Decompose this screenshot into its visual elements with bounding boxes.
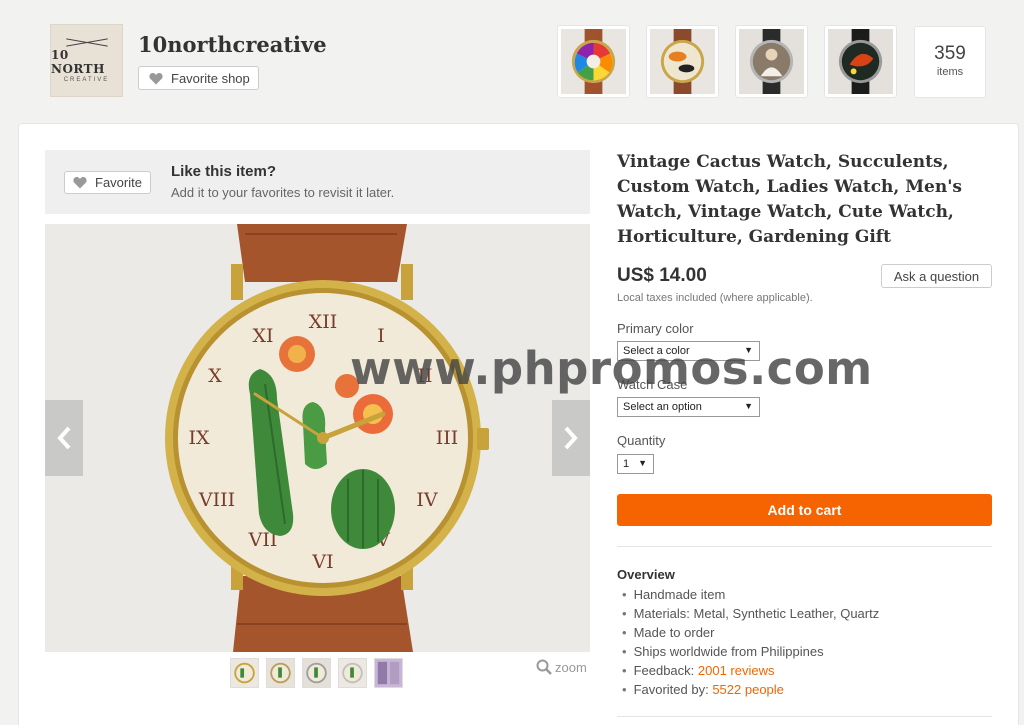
favorite-banner: Favorite Like this item? Add it to your …	[45, 150, 590, 214]
favorite-shop-label: Favorite shop	[171, 70, 250, 86]
dropdown-caret-icon: ▼	[638, 458, 647, 468]
svg-text:IX: IX	[188, 427, 210, 449]
items-count-number: 359	[934, 43, 966, 64]
gallery-next-button[interactable]	[552, 400, 590, 476]
quantity-select[interactable]: 1 ▼	[617, 454, 654, 474]
shop-item-thumbnails	[557, 25, 897, 98]
favorite-banner-subtitle: Add it to your favorites to revisit it l…	[171, 185, 395, 200]
favorite-item-label: Favorite	[95, 175, 142, 190]
watch-thumbnail-image	[650, 29, 715, 94]
shop-items-count[interactable]: 359 items	[914, 26, 986, 98]
logo-arrows-icon	[64, 38, 110, 46]
zoom-label: zoom	[555, 659, 587, 675]
shop-name[interactable]: 10northcreative	[138, 32, 327, 57]
gallery-thumb-2[interactable]	[266, 658, 295, 688]
svg-text:IV: IV	[416, 489, 438, 511]
chevron-right-icon	[564, 426, 578, 450]
svg-text:III: III	[436, 427, 459, 449]
chevron-left-icon	[57, 426, 71, 450]
primary-color-label: Primary color	[617, 321, 694, 336]
listing-title: Vintage Cactus Watch, Succulents, Custom…	[617, 152, 963, 247]
watch-case-select[interactable]: Select an option ▼	[617, 397, 760, 417]
gallery-thumb-3[interactable]	[302, 658, 331, 688]
gallery-thumbnails	[230, 658, 403, 688]
shop-thumb-portrait-watch[interactable]	[735, 25, 808, 98]
svg-text:VI: VI	[311, 551, 333, 573]
watch-case-value: Select an option	[623, 401, 702, 413]
tax-note: Local taxes included (where applicable).	[617, 292, 813, 304]
svg-text:X: X	[208, 365, 222, 387]
ask-question-button[interactable]: Ask a question	[881, 264, 992, 288]
logo-text-sub: CREATIVE	[63, 77, 110, 83]
svg-text:XI: XI	[252, 325, 273, 347]
add-to-cart-button[interactable]: Add to cart	[617, 494, 992, 526]
gallery-thumb-4[interactable]	[338, 658, 367, 688]
zoom-button[interactable]: zoom	[536, 659, 587, 675]
favorite-banner-title: Like this item?	[171, 163, 277, 180]
heart-icon	[73, 176, 87, 189]
shop-thumb-fish-watch[interactable]	[824, 25, 897, 98]
main-listing-image[interactable]: XII I II III IV V VI VII VIII IX X XI	[45, 224, 590, 652]
heart-icon	[149, 72, 163, 85]
gallery-thumb-5[interactable]	[374, 658, 403, 688]
svg-text:XII: XII	[309, 311, 338, 333]
svg-text:VIII: VIII	[198, 489, 235, 511]
shop-thumb-color-wheel-watch[interactable]	[557, 25, 630, 98]
cactus-watch-image: XII I II III IV V VI VII VIII IX X XI	[45, 224, 590, 652]
logo-text-main: 10 NORTH	[51, 48, 105, 76]
overview-list: • Handmade item • Materials: Metal, Synthe…	[622, 585, 879, 699]
primary-color-value: Select a color	[623, 345, 690, 357]
watch-thumbnail-image	[739, 29, 804, 94]
watch-thumbnail-image	[561, 29, 626, 94]
shop-thumb-koi-watch[interactable]	[646, 25, 719, 98]
overview-item: • Ships worldwide from Philippines	[622, 644, 824, 659]
svg-text:I: I	[377, 325, 385, 347]
gallery-thumb-1[interactable]	[230, 658, 259, 688]
watch-thumbnail-image	[828, 29, 893, 94]
feedback-reviews-link[interactable]: 2001 reviews	[698, 663, 775, 678]
items-count-label: items	[936, 66, 964, 78]
primary-color-select[interactable]: Select a color ▼	[617, 341, 760, 361]
overview-title: Overview	[617, 567, 675, 582]
shop-logo[interactable]: 10 NORTH CREATIVE	[50, 24, 123, 97]
favorite-item-button[interactable]: Favorite	[64, 171, 151, 194]
dropdown-caret-icon: ▼	[744, 401, 753, 411]
divider	[617, 546, 992, 547]
overview-item: • Favorited by: 5522 people	[622, 682, 784, 697]
overview-item: • Feedback: 2001 reviews	[622, 663, 775, 678]
dropdown-caret-icon: ▼	[744, 345, 753, 355]
divider	[617, 716, 992, 717]
watch-case-label: Watch Case	[617, 377, 688, 392]
favorited-by-link[interactable]: 5522 people	[712, 682, 784, 697]
overview-item: • Made to order	[622, 625, 715, 640]
gallery-prev-button[interactable]	[45, 400, 83, 476]
overview-item: • Materials: Metal, Synthetic Leather, Qu…	[622, 606, 880, 621]
quantity-label: Quantity	[617, 433, 666, 448]
svg-text:II: II	[417, 365, 432, 387]
magnifier-icon	[536, 659, 552, 675]
overview-item: • Handmade item	[622, 587, 726, 602]
favorite-shop-button[interactable]: Favorite shop	[138, 66, 259, 90]
quantity-value: 1	[623, 458, 630, 470]
listing-price: US$ 14.00	[617, 265, 707, 286]
